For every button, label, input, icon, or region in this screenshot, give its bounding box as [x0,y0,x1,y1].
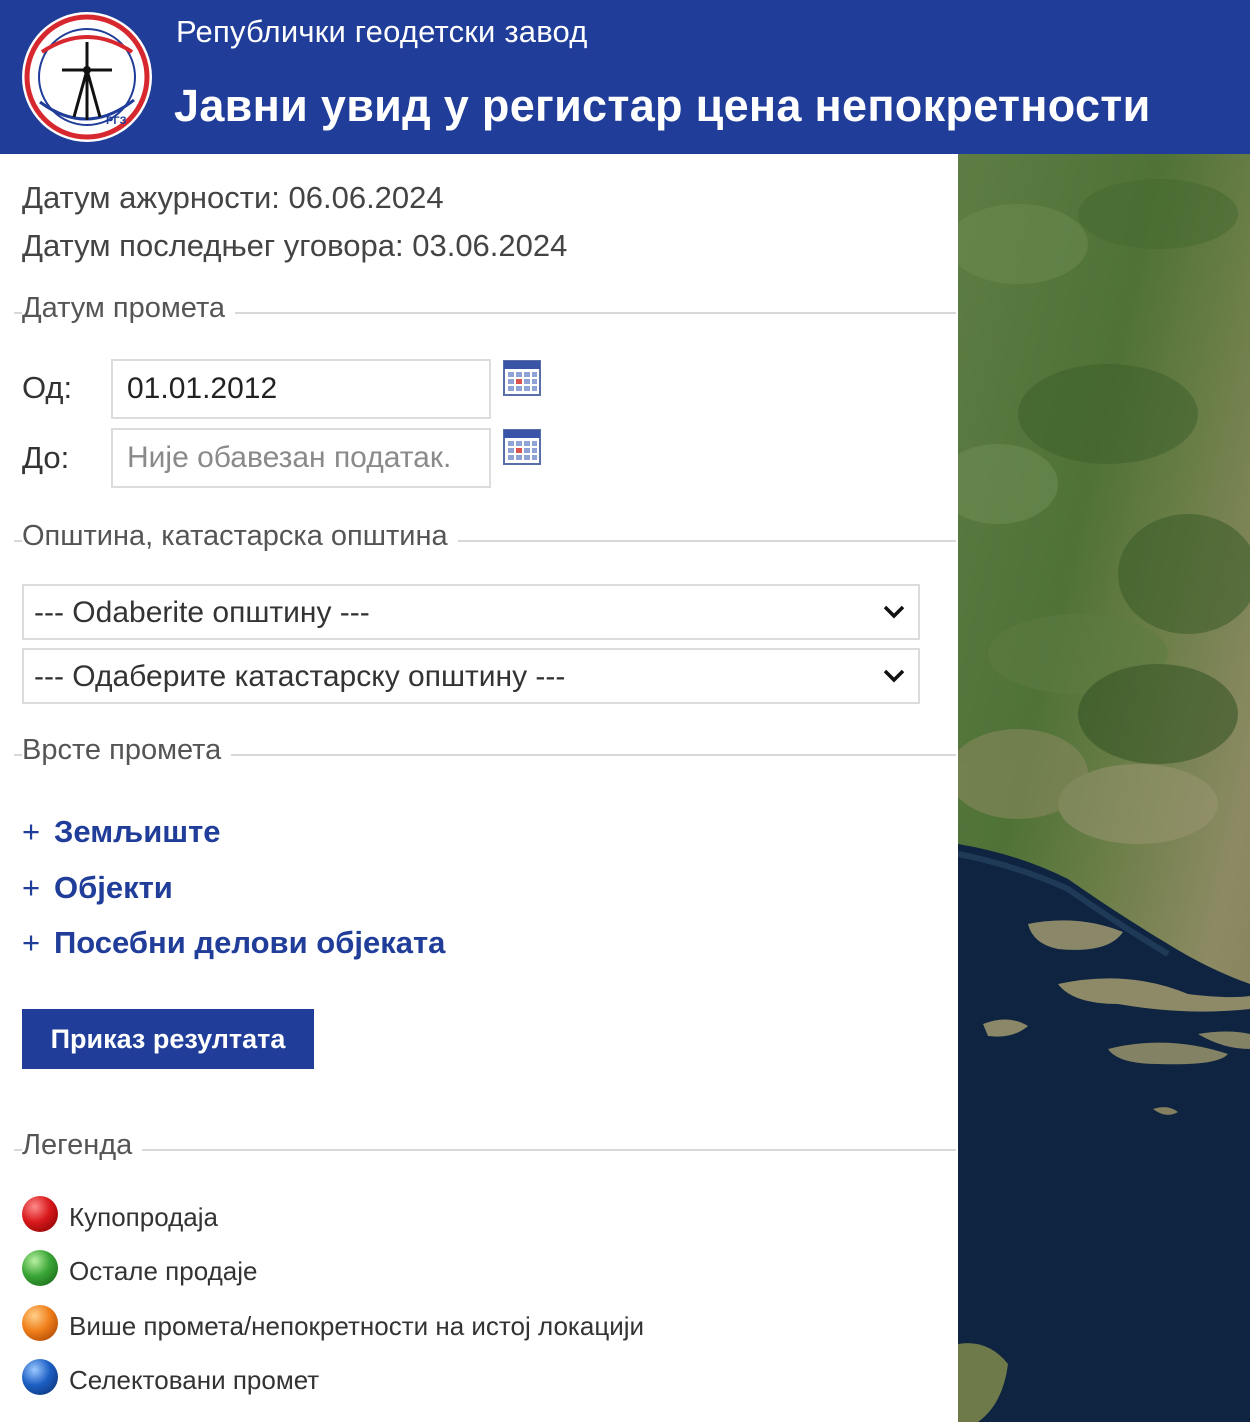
to-label: До: [22,440,70,475]
expand-icon: + [22,814,41,849]
legend-item-label: Купопродаја [69,1202,218,1232]
tree-item-buildings[interactable]: + Објекти [22,870,173,906]
municipality-section-title: Општина, катастарска општина [0,520,956,560]
cadastral-municipality-select[interactable]: --- Одаберите катастарску општину --- [22,648,920,704]
legend-item-label: Остале продаје [69,1256,258,1286]
municipality-select[interactable]: --- Odaberite општину --- [22,584,920,640]
legend-title: Легенда [0,1129,956,1169]
expand-icon: + [22,870,41,905]
legend-item-label: Више промета/непокретности на истој лока… [69,1311,645,1341]
section-divider [14,1149,956,1151]
red-marker-icon [22,1196,58,1232]
date-section-title: Датум промета [0,292,956,332]
calendar-icon[interactable] [503,360,541,396]
transaction-types-label: Врсте промета [22,734,232,767]
green-marker-icon [22,1250,58,1286]
show-results-button[interactable]: Приказ резултата [22,1009,314,1069]
tree-item-land[interactable]: + Земљиште [22,814,221,850]
cadastral-select-value: --- Одаберите катастарску општину --- [34,660,566,693]
chevron-down-icon [883,605,905,619]
search-panel: Датум ажурности: 06.06.2024 Датум послед… [0,154,956,1422]
legend-item-label: Селектовани промет [69,1365,320,1395]
last-contract-date: Датум последњег уговора: 03.06.2024 [22,228,568,263]
update-date: Датум ажурности: 06.06.2024 [22,180,444,215]
tree-item-label: Објекти [54,870,173,905]
tree-item-label: Посебни делови објеката [54,925,446,960]
tree-item-building-parts[interactable]: + Посебни делови објеката [22,925,445,961]
municipality-select-value: --- Odaberite општину --- [34,596,370,629]
legend-label: Легенда [22,1129,143,1162]
municipality-section-label: Општина, катастарска општина [22,520,458,553]
date-section-label: Датум промета [22,292,236,325]
from-label: Од: [22,370,73,405]
app-title: Јавни увид у регистар цена непокретности [174,80,1151,131]
rgz-logo: РГЗ [22,12,152,142]
chevron-down-icon [883,669,905,683]
to-date-input[interactable] [111,428,491,488]
blue-marker-icon [22,1359,58,1395]
orange-marker-icon [22,1305,58,1341]
expand-icon: + [22,925,41,960]
tree-item-label: Земљиште [54,814,221,849]
organization-name: Републички геодетски завод [176,14,588,49]
satellite-map[interactable] [958,154,1250,1422]
app-header: РГЗ Републички геодетски завод Јавни уви… [0,0,1250,154]
calendar-icon[interactable] [503,429,541,465]
transaction-types-title: Врсте промета [0,734,956,774]
from-date-input[interactable] [111,359,491,419]
logo-text: РГЗ [106,115,127,127]
